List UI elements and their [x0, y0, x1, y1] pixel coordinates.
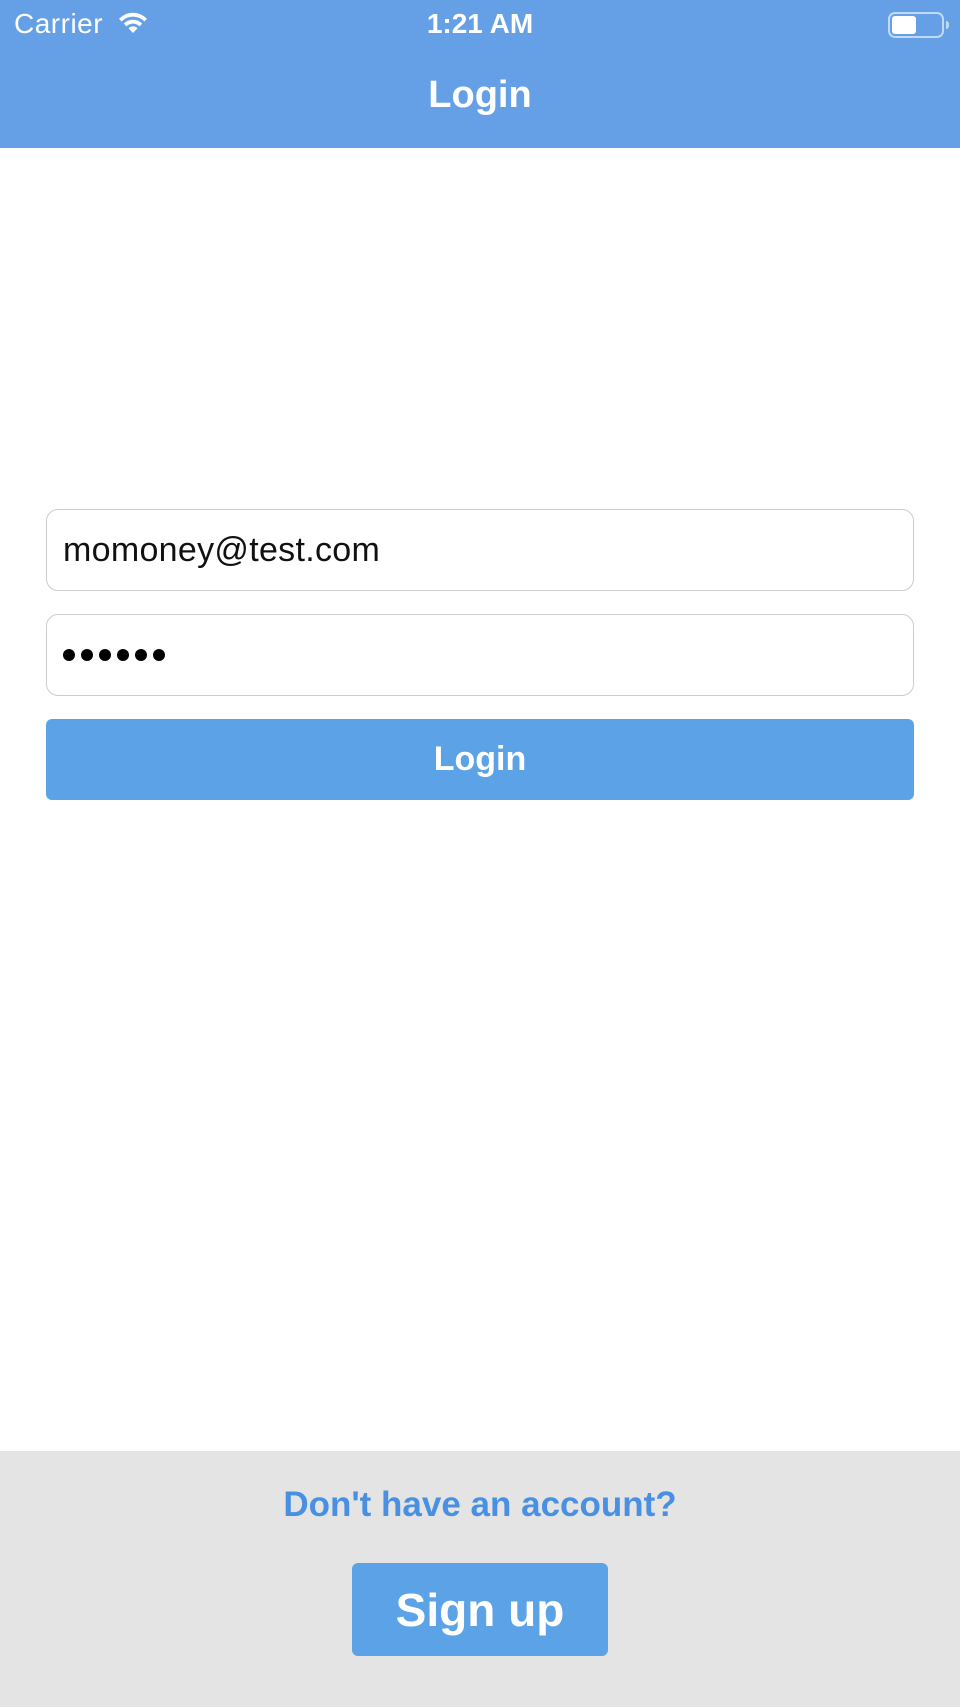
status-bar: Carrier 1:21 AM	[0, 0, 960, 50]
signup-footer: Don't have an account? Sign up	[0, 1451, 960, 1707]
email-value: momoney@test.com	[63, 530, 381, 569]
email-field[interactable]: momoney@test.com	[46, 509, 914, 591]
navigation-header: Carrier 1:21 AM Login	[0, 0, 960, 148]
page-title: Login	[428, 74, 532, 116]
login-button[interactable]: Login	[46, 719, 914, 800]
battery-icon	[888, 12, 949, 38]
password-dot	[135, 649, 147, 661]
signup-button-label: Sign up	[395, 1583, 565, 1636]
password-dot	[117, 649, 129, 661]
password-mask	[63, 649, 165, 661]
password-dot	[81, 649, 93, 661]
login-button-label: Login	[433, 740, 527, 778]
signup-button[interactable]: Sign up	[352, 1563, 608, 1656]
password-dot	[63, 649, 75, 661]
signup-prompt: Don't have an account?	[283, 1485, 677, 1524]
password-dot	[153, 649, 165, 661]
login-form: momoney@test.com Login	[46, 509, 914, 800]
password-field[interactable]	[46, 614, 914, 696]
status-time: 1:21 AM	[426, 8, 534, 39]
login-screen: Carrier 1:21 AM Login momoney@test.com L…	[0, 0, 960, 1707]
password-dot	[99, 649, 111, 661]
